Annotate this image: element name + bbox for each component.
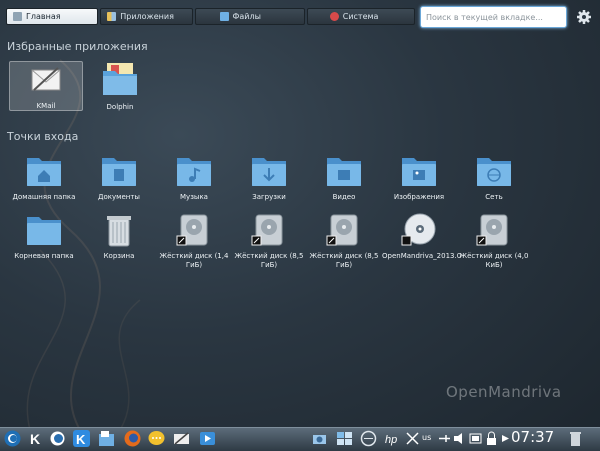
- mail-icon[interactable]: [173, 430, 190, 447]
- trash-icon: [107, 216, 131, 247]
- tab-system-label: Система: [342, 12, 379, 21]
- downloads-folder-icon: [252, 158, 286, 186]
- network-folder-icon: [477, 158, 511, 186]
- dolphin-icon: [103, 63, 137, 95]
- music-folder-icon: [177, 158, 211, 186]
- home-folder-icon: [27, 158, 61, 186]
- place-item-label: Жёсткий диск (8,5 ГиБ): [234, 252, 304, 269]
- scissors-icon[interactable]: [404, 430, 421, 447]
- place-item[interactable]: Сеть: [457, 154, 531, 202]
- kde-menu-icon[interactable]: [4, 430, 21, 447]
- tab-files[interactable]: Файлы: [194, 8, 305, 25]
- place-item[interactable]: Жёсткий диск (4,0 КиБ): [457, 213, 531, 270]
- tab-files-label: Файлы: [232, 12, 261, 21]
- tab-home[interactable]: Главная: [6, 8, 99, 25]
- place-item-label: OpenMandriva_2013.0: [382, 252, 462, 260]
- place-item-label: Сеть: [485, 193, 503, 201]
- hard-disk-icon: [176, 214, 208, 246]
- tab-bar: Главная Приложения Файлы Система: [6, 8, 415, 25]
- place-item-label: Документы: [98, 193, 140, 201]
- brand-logo-text: OpenMandriva: [446, 383, 562, 401]
- root-folder-icon: [27, 217, 61, 245]
- trash-tray-icon[interactable]: [567, 430, 584, 447]
- tab-system[interactable]: Система: [306, 8, 415, 25]
- camera-tray-icon[interactable]: [311, 430, 328, 447]
- app-kmail[interactable]: KMail: [9, 61, 83, 111]
- place-item-label: Жёсткий диск (1,4 ГиБ): [159, 252, 229, 269]
- place-item[interactable]: Документы: [82, 154, 156, 202]
- hp-printer-icon[interactable]: hp: [384, 430, 401, 447]
- tab-applications-label: Приложения: [120, 12, 174, 21]
- optical-disc-icon: [401, 213, 436, 246]
- place-item[interactable]: Изображения: [382, 154, 456, 202]
- search-input[interactable]: [420, 6, 567, 28]
- system-icon: [329, 12, 339, 21]
- video-folder-icon: [327, 158, 361, 186]
- place-item[interactable]: Жёсткий диск (8,5 ГиБ): [307, 213, 381, 270]
- apps-grid-icon: [107, 12, 117, 21]
- place-item[interactable]: Корневая папка: [7, 213, 81, 261]
- place-item-label: Корневая папка: [14, 252, 74, 260]
- place-item-label: Домашняя папка: [12, 193, 76, 201]
- svg-text:K: K: [30, 431, 40, 447]
- k-launcher-icon[interactable]: K: [27, 430, 44, 447]
- svg-text:K: K: [76, 432, 86, 447]
- tab-applications[interactable]: Приложения: [100, 8, 193, 25]
- svg-text:hp: hp: [385, 434, 397, 446]
- place-item[interactable]: Музыка: [157, 154, 231, 202]
- clock[interactable]: 07:37: [511, 428, 554, 446]
- place-item[interactable]: Жёсткий диск (8,5 ГиБ): [232, 213, 306, 270]
- battery-icon[interactable]: [467, 430, 484, 447]
- place-item[interactable]: OpenMandriva_2013.0: [382, 213, 462, 261]
- place-item[interactable]: Видео: [307, 154, 381, 202]
- chat-icon[interactable]: [148, 430, 165, 447]
- place-item-label: Музыка: [180, 193, 208, 201]
- firefox-icon[interactable]: [124, 430, 141, 447]
- place-item-label: Видео: [332, 193, 356, 201]
- place-item-label: Жёсткий диск (4,0 КиБ): [459, 252, 529, 269]
- gear-icon[interactable]: [576, 9, 592, 25]
- desktop-pager-icon[interactable]: [336, 430, 353, 447]
- place-item[interactable]: Корзина: [82, 213, 156, 261]
- network-tray-icon[interactable]: [360, 430, 377, 447]
- places-title: Точки входа: [7, 130, 79, 143]
- keyboard-layout-indicator[interactable]: us: [422, 433, 431, 442]
- place-item-label: Жёсткий диск (8,5 ГиБ): [309, 252, 379, 269]
- pictures-folder-icon: [402, 158, 436, 186]
- usb-icon[interactable]: [436, 430, 453, 447]
- place-item-label: Изображения: [393, 193, 445, 201]
- kde-start-icon[interactable]: K: [73, 430, 90, 447]
- place-item[interactable]: Жёсткий диск (1,4 ГиБ): [157, 213, 231, 270]
- place-item[interactable]: Домашняя папка: [7, 154, 81, 202]
- tab-home-label: Главная: [26, 12, 61, 21]
- home-icon: [13, 12, 22, 21]
- documents-folder-icon: [102, 158, 136, 186]
- mandriva-icon[interactable]: [49, 430, 66, 447]
- media-player-icon[interactable]: [199, 430, 216, 447]
- hard-disk-icon: [476, 214, 508, 246]
- place-item-label: Загрузки: [252, 193, 286, 201]
- file-manager-icon[interactable]: [98, 430, 115, 447]
- favorites-title: Избранные приложения: [7, 40, 148, 53]
- app-dolphin-label: Dolphin: [106, 103, 134, 111]
- place-item[interactable]: Загрузки: [232, 154, 306, 202]
- folder-icon: [219, 12, 229, 21]
- kmail-icon: [31, 67, 61, 91]
- app-dolphin[interactable]: Dolphin: [84, 61, 156, 112]
- hard-disk-icon: [251, 214, 283, 246]
- app-kmail-label: KMail: [36, 102, 56, 110]
- place-item-label: Корзина: [103, 252, 135, 260]
- hard-disk-icon: [326, 214, 358, 246]
